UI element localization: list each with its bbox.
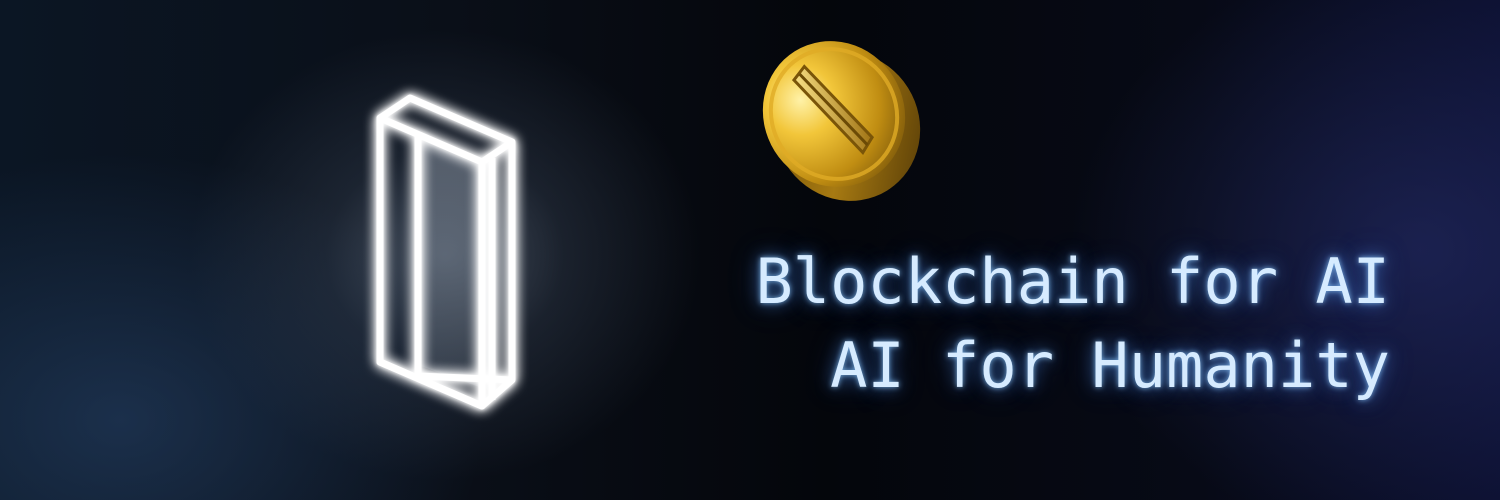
banner: Blockchain for AI AI for Humanity bbox=[0, 0, 1500, 500]
tagline-line-1: Blockchain for AI bbox=[755, 245, 1390, 318]
tagline-line-2: AI for Humanity bbox=[830, 329, 1390, 402]
glowing-prism-logo-icon bbox=[370, 90, 530, 420]
tagline: Blockchain for AI AI for Humanity bbox=[755, 240, 1390, 408]
gold-coin-icon bbox=[752, 34, 927, 204]
